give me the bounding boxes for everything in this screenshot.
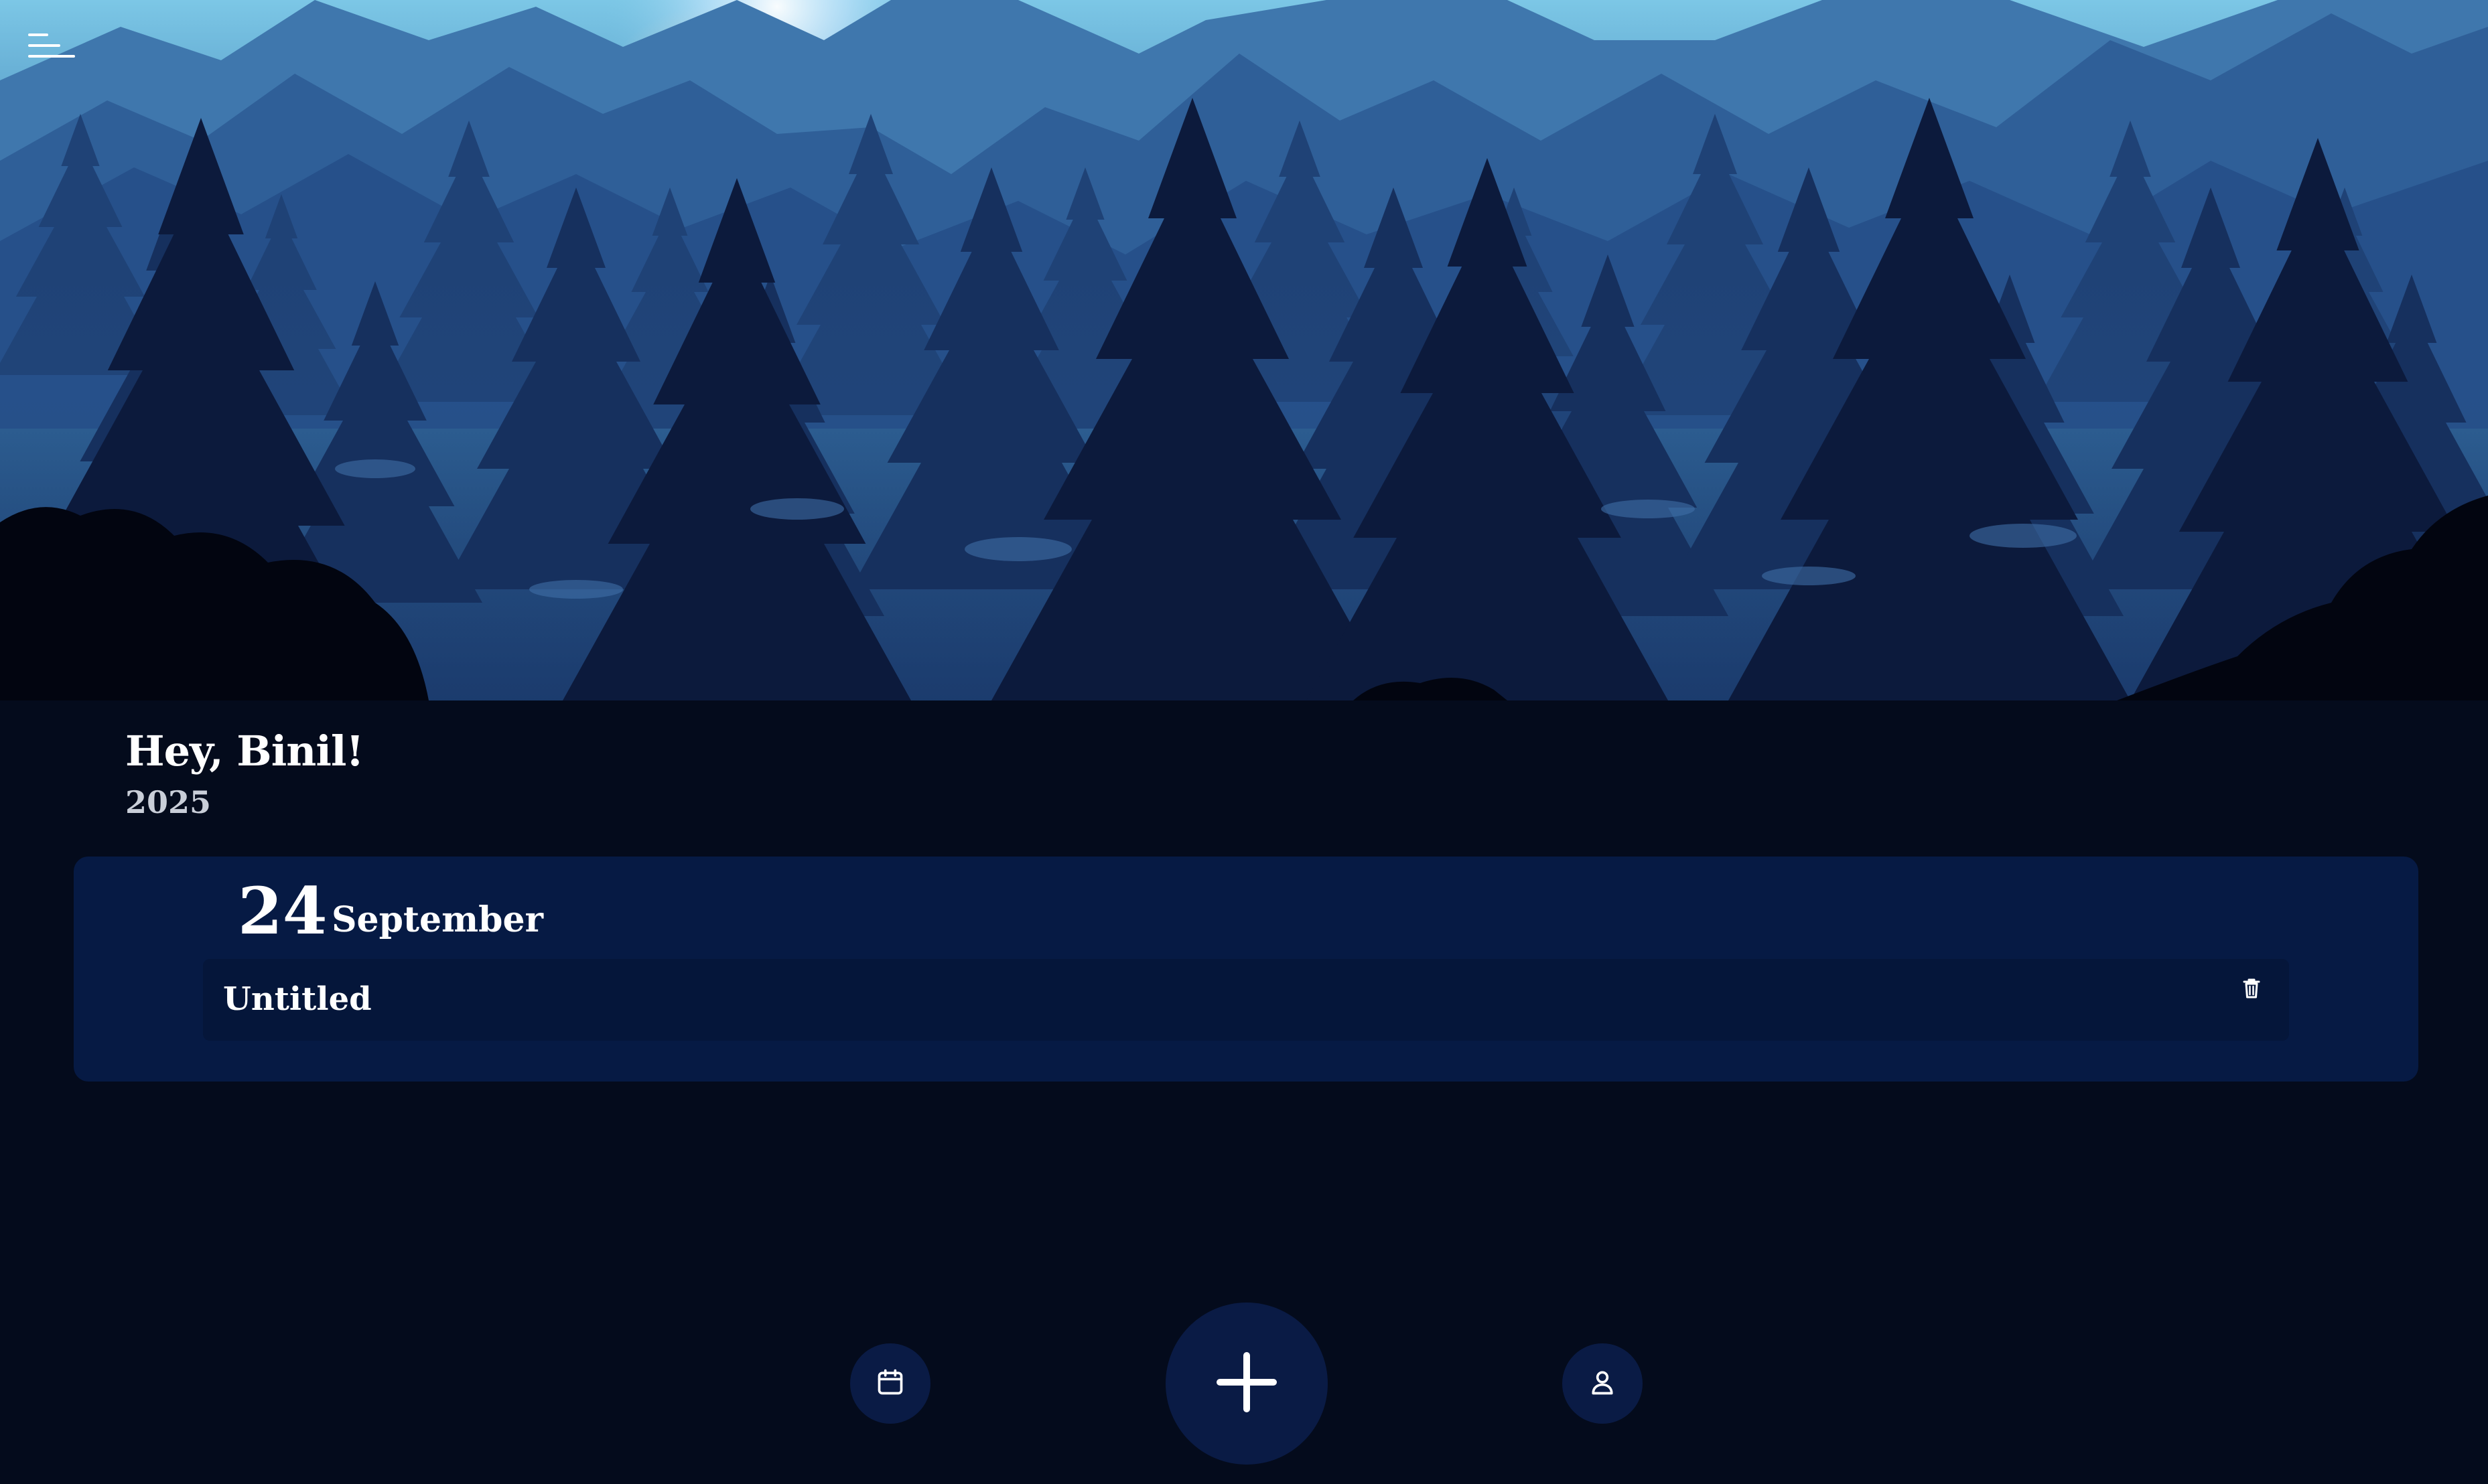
hero-illustration (0, 0, 2488, 700)
calendar-button[interactable] (850, 1343, 930, 1424)
month-name: September (332, 899, 543, 940)
greeting-title: Hey, Binil! (125, 727, 364, 775)
trash-icon[interactable] (2238, 972, 2265, 1005)
plus-icon (1217, 1352, 1277, 1415)
day-number: 24 (238, 873, 328, 949)
day-card: 24 September Untitled (74, 857, 2418, 1082)
hamburger-menu-icon[interactable] (24, 29, 80, 64)
app-root: Hey, Binil! 2025 24 September Untitled (0, 0, 2488, 1484)
user-icon (1588, 1367, 1617, 1400)
calendar-icon (876, 1367, 905, 1400)
profile-button[interactable] (1562, 1343, 1643, 1424)
add-entry-button[interactable] (1166, 1303, 1328, 1465)
year-label: 2025 (125, 784, 212, 820)
entry-title: Untitled (223, 980, 372, 1018)
journal-entry[interactable]: Untitled (203, 959, 2289, 1041)
